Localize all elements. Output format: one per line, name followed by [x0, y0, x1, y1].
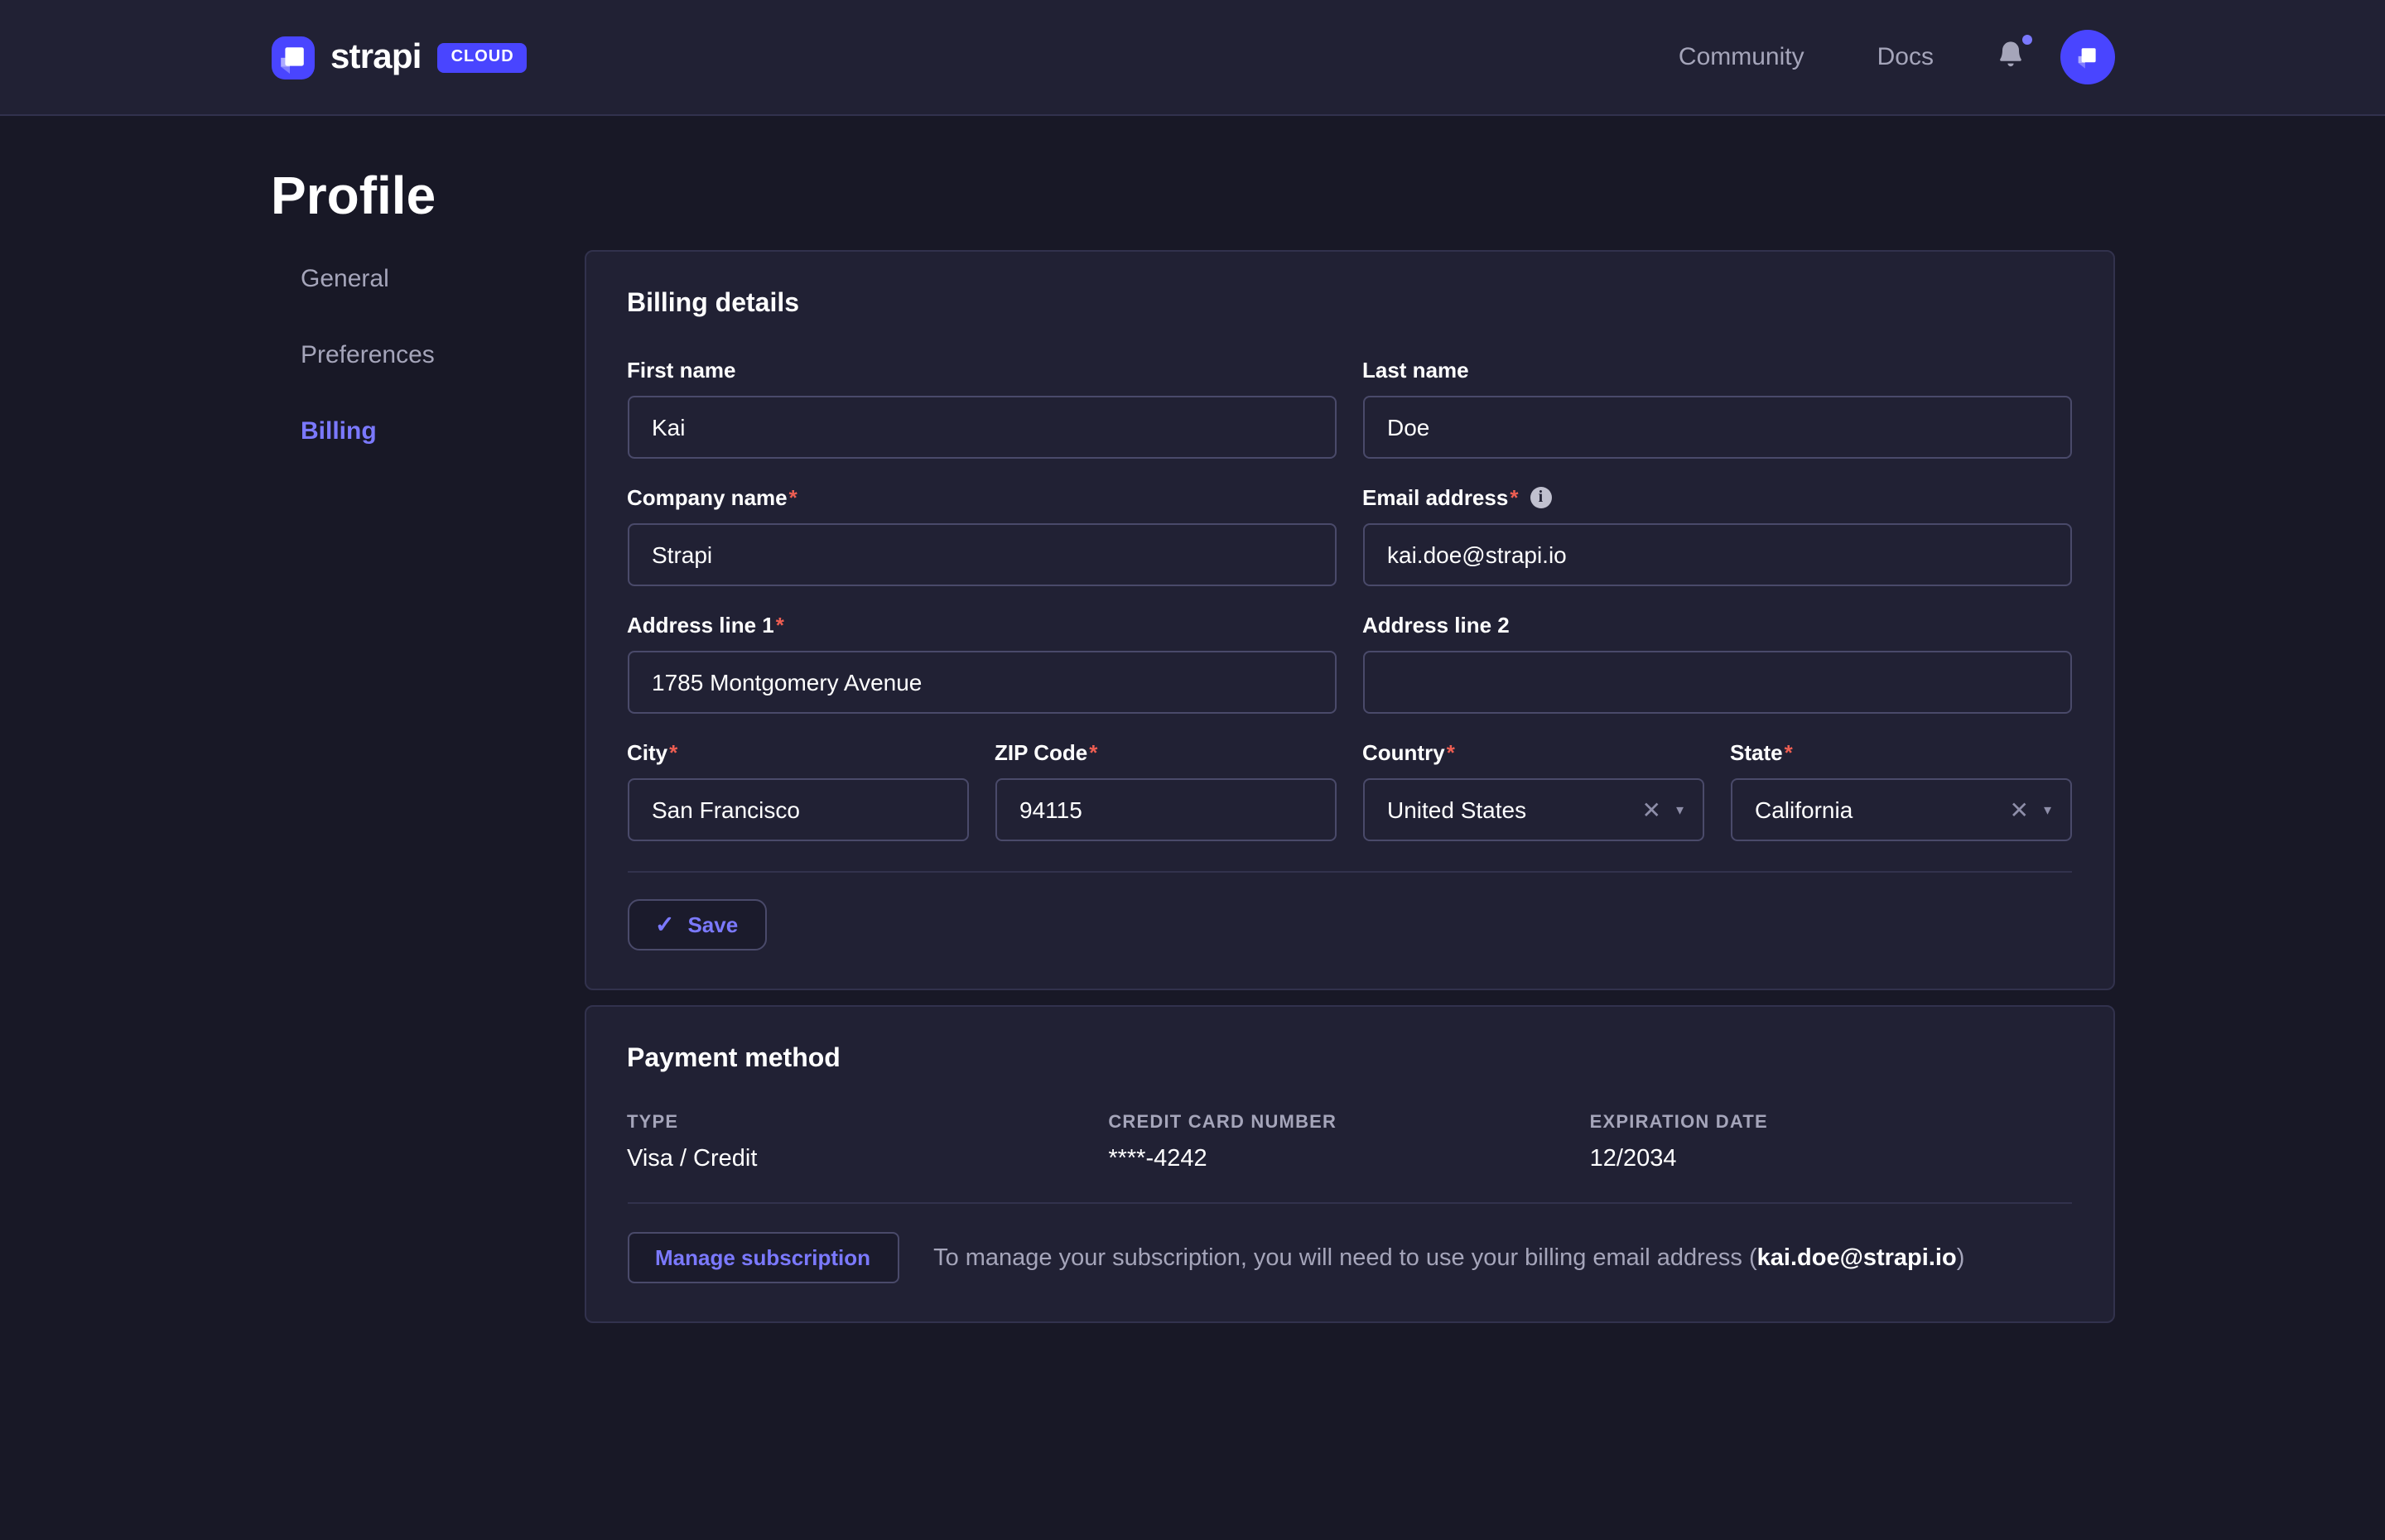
billing-details-card: Billing details First name Last name: [584, 250, 2114, 990]
required-mark: *: [1510, 485, 1518, 510]
required-mark: *: [1785, 740, 1793, 765]
address-line2-input[interactable]: [1362, 651, 2071, 714]
payment-type-value: Visa / Credit: [627, 1146, 1108, 1172]
card-number-label: CREDIT CARD NUMBER: [1108, 1113, 1589, 1133]
city-input[interactable]: [627, 778, 968, 841]
billing-email-highlight: kai.doe@strapi.io: [1757, 1244, 1957, 1271]
nav-link-community[interactable]: Community: [1679, 43, 1804, 71]
top-navbar: strapi CLOUD Community Docs: [0, 0, 2385, 116]
last-name-field: Last name: [1362, 358, 2071, 459]
navbar-links: Community Docs: [1679, 30, 2114, 84]
country-label: Country*: [1362, 740, 1703, 765]
address-line2-label: Address line 2: [1362, 613, 2071, 638]
chevron-down-icon: ▾: [2044, 802, 2051, 817]
required-mark: *: [789, 485, 797, 510]
first-name-label: First name: [627, 358, 1336, 383]
required-mark: *: [669, 740, 677, 765]
page-title: Profile: [271, 162, 2114, 229]
email-label: Email address* i: [1362, 485, 2071, 510]
country-field: Country* United States ✕ ▾: [1362, 740, 1703, 841]
city-field: City*: [627, 740, 968, 841]
required-mark: *: [1447, 740, 1455, 765]
user-avatar[interactable]: [2060, 30, 2114, 84]
company-name-input[interactable]: [627, 523, 1336, 586]
zip-code-field: ZIP Code*: [995, 740, 1336, 841]
manage-subscription-button[interactable]: Manage subscription: [627, 1232, 899, 1283]
city-label: City*: [627, 740, 968, 765]
payment-divider: [627, 1202, 2071, 1204]
info-icon: i: [1530, 487, 1551, 508]
bell-icon: [1997, 39, 2023, 75]
brand[interactable]: strapi CLOUD: [271, 36, 528, 79]
country-select-value: United States: [1387, 796, 1641, 823]
zip-code-input[interactable]: [995, 778, 1336, 841]
brand-wordmark: strapi: [330, 37, 422, 77]
payment-summary: TYPE Visa / Credit CREDIT CARD NUMBER **…: [627, 1113, 2071, 1172]
sidebar-item-billing[interactable]: Billing: [271, 392, 584, 469]
zip-code-label: ZIP Code*: [995, 740, 1336, 765]
company-name-field: Company name*: [627, 485, 1336, 586]
email-field: Email address* i: [1362, 485, 2071, 586]
payment-type-label: TYPE: [627, 1113, 1108, 1133]
state-field: State* California ✕ ▾: [1730, 740, 2071, 841]
state-label: State*: [1730, 740, 2071, 765]
required-mark: *: [1089, 740, 1097, 765]
manage-subscription-label: Manage subscription: [655, 1245, 870, 1270]
first-name-field: First name: [627, 358, 1336, 459]
required-mark: *: [776, 613, 784, 638]
sidebar-item-general[interactable]: General: [271, 240, 584, 316]
notification-dot: [2021, 34, 2031, 44]
save-button[interactable]: ✓ Save: [627, 899, 766, 950]
subscription-note: To manage your subscription, you will ne…: [933, 1244, 1964, 1271]
state-select-value: California: [1755, 796, 2009, 823]
card-number-cell: CREDIT CARD NUMBER ****-4242: [1108, 1113, 1589, 1172]
profile-sidebar: General Preferences Billing: [271, 240, 584, 1323]
notifications-button[interactable]: [1997, 39, 2023, 75]
address-line1-label: Address line 1*: [627, 613, 1336, 638]
clear-icon[interactable]: ✕: [1641, 798, 1660, 821]
check-icon: ✓: [655, 911, 674, 939]
expiration-date-label: EXPIRATION DATE: [1590, 1113, 2071, 1133]
card-number-value: ****-4242: [1108, 1146, 1589, 1172]
main-column: Billing details First name Last name: [584, 250, 2114, 1323]
form-divider: [627, 871, 2071, 873]
address-line2-field: Address line 2: [1362, 613, 2071, 714]
last-name-label: Last name: [1362, 358, 2071, 383]
address-line1-input[interactable]: [627, 651, 1336, 714]
expiration-date-cell: EXPIRATION DATE 12/2034: [1590, 1113, 2071, 1172]
company-name-label: Company name*: [627, 485, 1336, 510]
payment-method-title: Payment method: [627, 1045, 2071, 1075]
sidebar-item-preferences[interactable]: Preferences: [271, 316, 584, 392]
payment-method-card: Payment method TYPE Visa / Credit CREDIT…: [584, 1005, 2114, 1323]
clear-icon[interactable]: ✕: [2009, 798, 2028, 821]
first-name-input[interactable]: [627, 396, 1336, 459]
billing-details-title: Billing details: [627, 290, 2071, 320]
app-root: strapi CLOUD Community Docs: [0, 0, 2385, 1540]
payment-type-cell: TYPE Visa / Credit: [627, 1113, 1108, 1172]
country-select[interactable]: United States ✕ ▾: [1362, 778, 1703, 841]
expiration-date-value: 12/2034: [1590, 1146, 2071, 1172]
strapi-logo-icon: [271, 36, 314, 79]
last-name-input[interactable]: [1362, 396, 2071, 459]
page-content: Profile General Preferences Billing Bill…: [271, 116, 2114, 1323]
chevron-down-icon: ▾: [1676, 802, 1684, 817]
strapi-avatar-icon: [2073, 43, 2101, 71]
cloud-badge: CLOUD: [438, 42, 528, 72]
state-select[interactable]: California ✕ ▾: [1730, 778, 2071, 841]
save-button-label: Save: [687, 912, 738, 937]
address-line1-field: Address line 1*: [627, 613, 1336, 714]
email-input[interactable]: [1362, 523, 2071, 586]
nav-link-docs[interactable]: Docs: [1877, 43, 1934, 71]
